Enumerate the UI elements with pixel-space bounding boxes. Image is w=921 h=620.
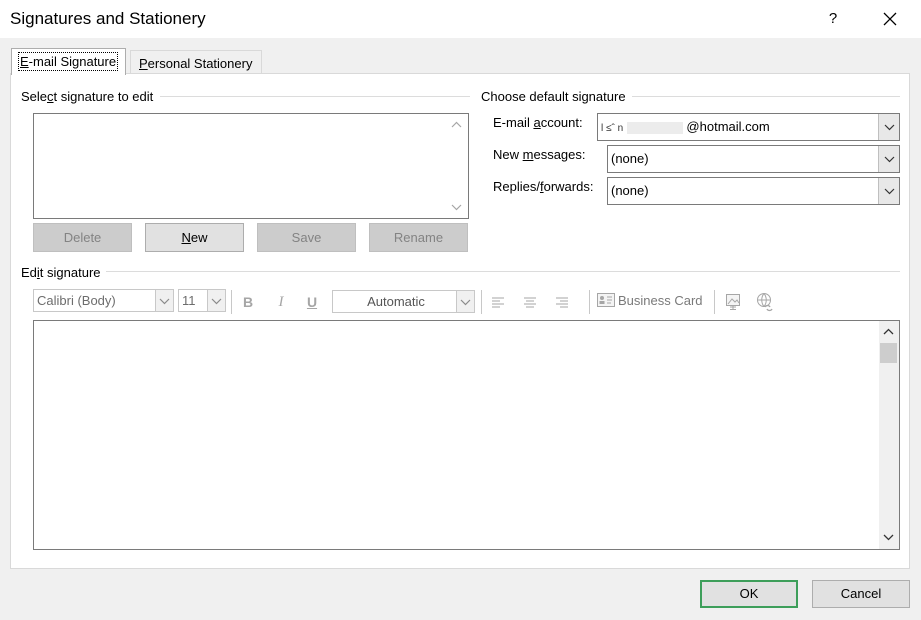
font-color-select[interactable]: Automatic — [332, 290, 475, 313]
font-size-dropdown[interactable] — [207, 290, 225, 311]
font-size-value: 11 — [182, 293, 196, 308]
new-messages-select[interactable]: (none) — [607, 145, 900, 173]
edit-signature-label: Edit signature — [21, 265, 101, 280]
font-size-select[interactable]: 11 — [178, 289, 226, 312]
insert-picture-button[interactable] — [722, 291, 744, 313]
align-right-button[interactable] — [551, 291, 573, 313]
toolbar-separator — [589, 290, 590, 314]
replies-forwards-label: Replies/forwards: — [493, 179, 594, 194]
window-title: Signatures and Stationery — [10, 9, 206, 28]
align-center-button[interactable] — [519, 291, 541, 313]
chevron-down-icon — [884, 188, 894, 195]
tab-email-signature[interactable]: E-mail Signature — [11, 48, 126, 75]
bold-button[interactable]: B — [237, 291, 259, 313]
email-account-dropdown[interactable] — [878, 114, 899, 140]
align-center-icon — [524, 297, 536, 308]
align-left-button[interactable] — [487, 291, 509, 313]
signature-list[interactable] — [33, 113, 469, 219]
new-button[interactable]: New — [145, 223, 244, 252]
toolbar-separator — [231, 290, 232, 314]
email-account-select[interactable]: l ≤ˆ n @hotmail.com — [597, 113, 900, 141]
font-color-dropdown[interactable] — [456, 291, 474, 312]
chevron-down-icon — [460, 299, 471, 306]
business-card-button[interactable]: Business Card — [597, 293, 703, 313]
divider — [632, 96, 900, 97]
scroll-down-icon[interactable] — [883, 534, 894, 541]
chevron-down-icon — [211, 298, 222, 305]
font-select[interactable]: Calibri (Body) — [33, 289, 174, 312]
insert-hyperlink-button[interactable] — [754, 291, 776, 313]
picture-icon — [726, 294, 740, 310]
close-button[interactable] — [872, 4, 908, 34]
business-card-label: Business Card — [618, 293, 703, 308]
align-right-icon — [556, 297, 568, 308]
scroll-up-icon[interactable] — [451, 121, 462, 128]
chevron-down-icon — [159, 298, 170, 305]
tab-personal-stationery[interactable]: Personal Stationery — [130, 50, 262, 75]
email-account-domain: @hotmail.com — [686, 119, 770, 134]
font-color-value: Automatic — [367, 294, 425, 309]
font-value: Calibri (Body) — [37, 293, 116, 308]
rename-button[interactable]: Rename — [369, 223, 468, 252]
toolbar-separator — [481, 290, 482, 314]
new-messages-value: (none) — [611, 151, 649, 166]
scroll-up-icon[interactable] — [883, 328, 894, 335]
signature-editor[interactable] — [33, 320, 900, 550]
save-button[interactable]: Save — [257, 223, 356, 252]
new-messages-dropdown[interactable] — [878, 146, 899, 172]
hyperlink-icon — [757, 293, 773, 312]
delete-button[interactable]: Delete — [33, 223, 132, 252]
cancel-button[interactable]: Cancel — [812, 580, 910, 608]
divider — [160, 96, 470, 97]
close-icon — [883, 12, 897, 26]
select-signature-label: Select signature to edit — [21, 89, 154, 104]
replies-forwards-dropdown[interactable] — [878, 178, 899, 204]
tab-email-signature-label: E-mail Signature — [17, 52, 119, 71]
toolbar-separator — [714, 290, 715, 314]
tab-personal-stationery-label: Personal Stationery — [139, 56, 253, 71]
font-dropdown[interactable] — [155, 290, 173, 311]
help-button[interactable]: ? — [818, 4, 848, 34]
scroll-down-icon[interactable] — [451, 204, 462, 211]
italic-button[interactable]: I — [270, 291, 292, 313]
default-signature-label: Choose default signature — [481, 89, 626, 104]
align-left-icon — [492, 297, 504, 308]
email-account-label: E-mail account: — [493, 115, 583, 130]
editor-scroll-thumb[interactable] — [880, 343, 897, 363]
redacted-block — [626, 121, 683, 134]
chevron-down-icon — [884, 124, 894, 131]
replies-forwards-select[interactable]: (none) — [607, 177, 900, 205]
new-messages-label: New messages: — [493, 147, 586, 162]
divider — [106, 271, 900, 272]
email-account-prefix: l ≤ˆ n — [601, 123, 624, 134]
chevron-down-icon — [884, 156, 894, 163]
ok-button[interactable]: OK — [700, 580, 798, 608]
replies-forwards-value: (none) — [611, 183, 649, 198]
business-card-icon — [597, 293, 615, 307]
underline-button[interactable]: U — [301, 291, 323, 313]
